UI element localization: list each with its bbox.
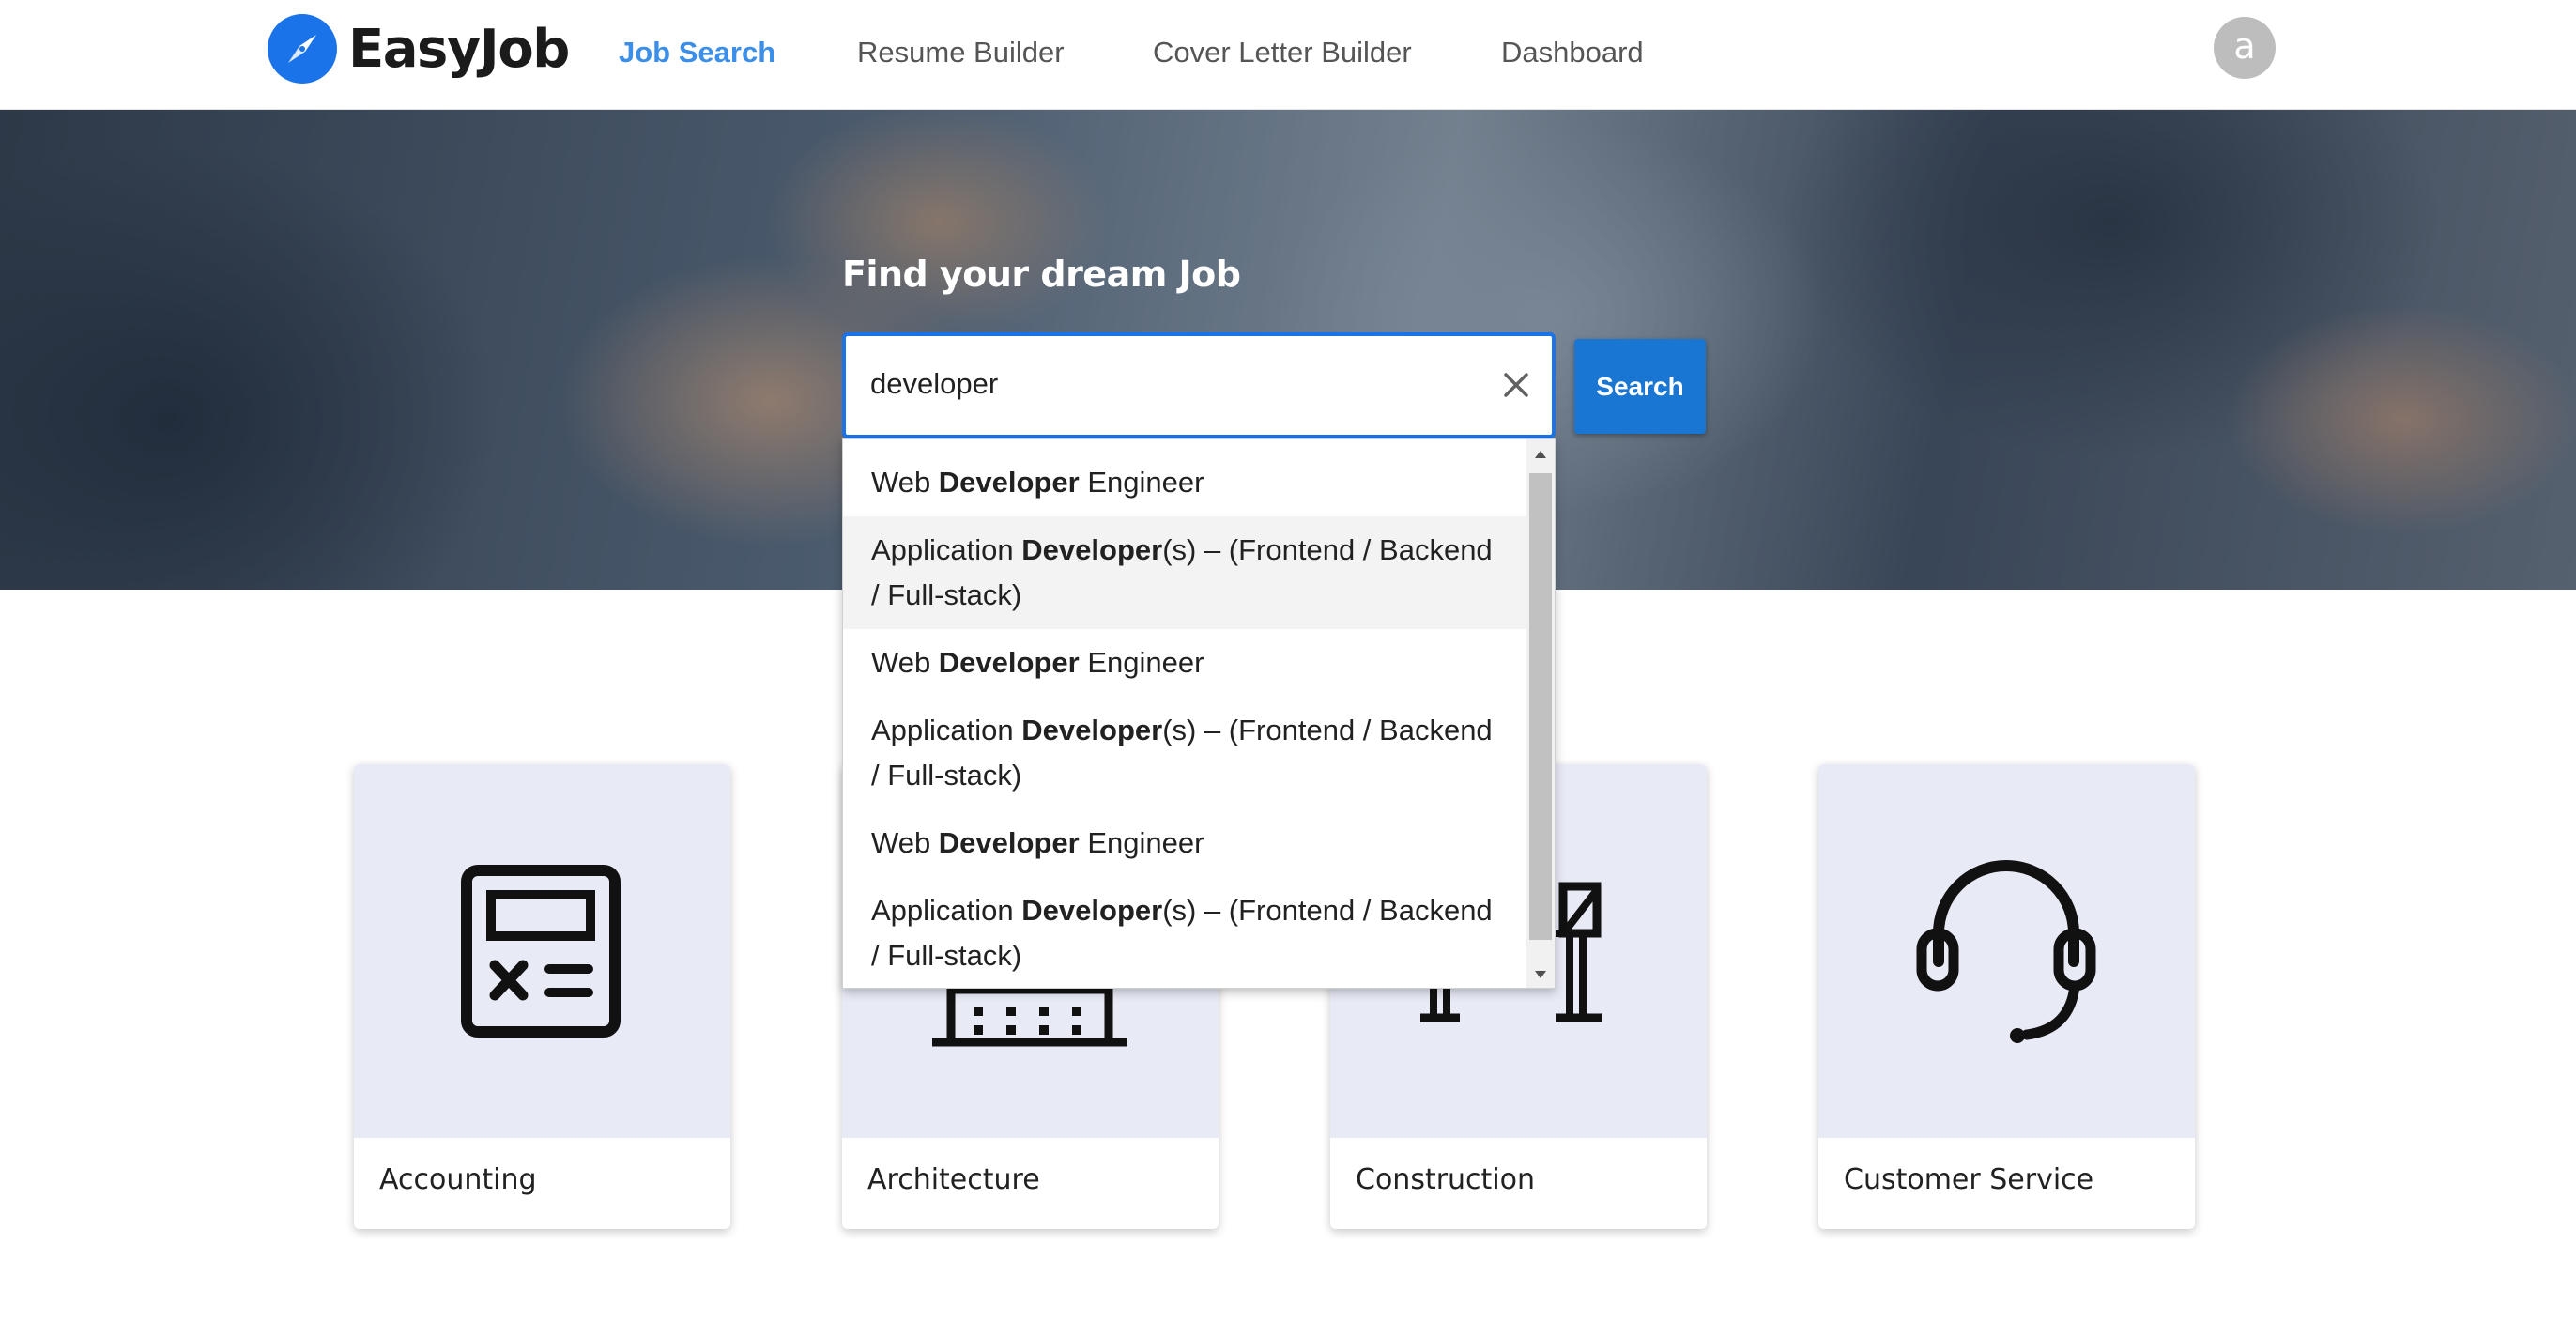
scroll-up-arrow-icon[interactable] <box>1526 443 1555 468</box>
nav-job-search[interactable]: Job Search <box>619 36 775 69</box>
search-input-value: developer <box>870 367 999 400</box>
headset-icon <box>1818 764 2195 1138</box>
category-card-customer-service[interactable]: Customer Service <box>1818 764 2195 1229</box>
search-suggestions-dropdown: Web Developer Engineer Application Devel… <box>842 438 1556 989</box>
user-avatar[interactable]: a <box>2214 17 2276 79</box>
suggestion-item[interactable]: Web Developer Engineer <box>843 629 1526 697</box>
nav-dashboard[interactable]: Dashboard <box>1501 36 1644 69</box>
category-label: Architecture <box>867 1163 1040 1196</box>
scroll-down-arrow-icon[interactable] <box>1526 961 1555 986</box>
category-label: Customer Service <box>1844 1163 2094 1196</box>
suggestion-item[interactable]: Web Developer Engineer <box>843 809 1526 877</box>
hero-title: Find your dream Job <box>842 254 1241 295</box>
job-search-input[interactable]: developer <box>842 332 1556 438</box>
scrollbar-thumb[interactable] <box>1529 473 1552 940</box>
suggestion-item[interactable]: Application Developer(s) – (Frontend / B… <box>843 697 1526 809</box>
category-card-accounting[interactable]: Accounting <box>354 764 730 1229</box>
search-button[interactable]: Search <box>1574 339 1706 434</box>
brand-logo[interactable]: EasyJob <box>268 14 570 84</box>
suggestion-list: Web Developer Engineer Application Devel… <box>843 439 1526 988</box>
nav-cover-letter-builder[interactable]: Cover Letter Builder <box>1153 36 1412 69</box>
top-app-bar: EasyJob Job Search Resume Builder Cover … <box>0 0 2576 110</box>
close-icon[interactable] <box>1494 362 1539 407</box>
calculator-icon <box>354 764 730 1138</box>
brand-name: EasyJob <box>348 18 570 80</box>
suggestion-item[interactable]: Application Developer(s) – (Frontend / B… <box>843 877 1526 988</box>
nav-resume-builder[interactable]: Resume Builder <box>857 36 1065 69</box>
category-label: Accounting <box>379 1163 537 1196</box>
compass-icon <box>268 14 337 84</box>
category-label: Construction <box>1356 1163 1536 1196</box>
suggestion-item[interactable]: Web Developer Engineer <box>843 449 1526 516</box>
suggestions-scrollbar[interactable] <box>1526 439 1555 988</box>
suggestion-item[interactable]: Application Developer(s) – (Frontend / B… <box>843 516 1526 629</box>
